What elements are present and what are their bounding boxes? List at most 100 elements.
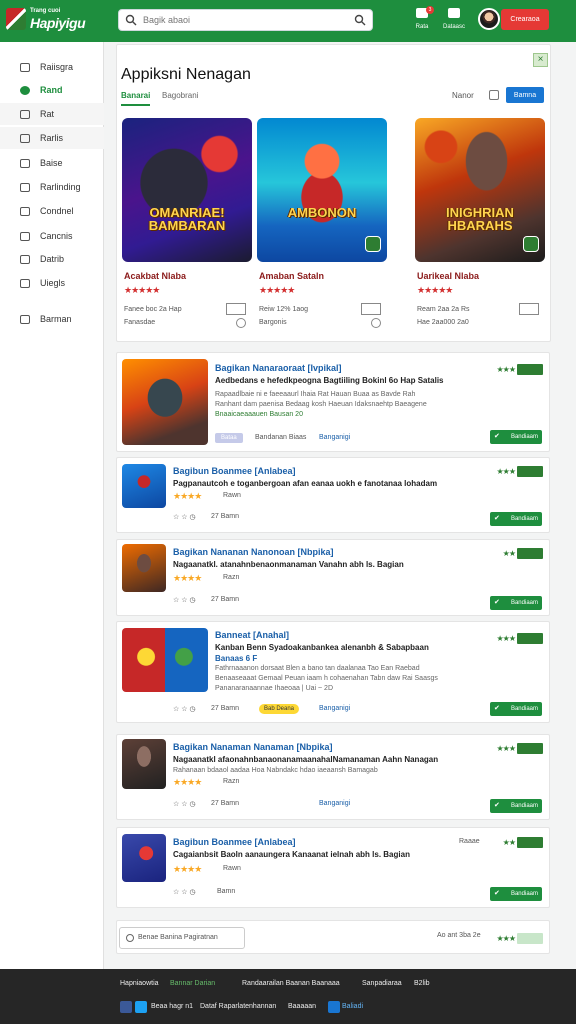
app-description: Pagpanautcoh e toganbergoan afan eanaa u…	[173, 479, 438, 488]
footer-link[interactable]: Bannar Darian	[170, 980, 215, 987]
list-item[interactable]: Bagibun Boanmee [Anlabea] Pagpanautcoh e…	[116, 457, 550, 533]
download-button[interactable]: Bandiaam	[490, 702, 542, 716]
app-link[interactable]: Banganigi	[319, 434, 350, 441]
rating-stars: ★★	[502, 548, 516, 558]
app-thumbnail	[122, 464, 166, 508]
app-meta: Fanasdae	[124, 319, 156, 326]
like-icon[interactable]: ☆ ☆ ◷	[173, 800, 196, 808]
like-icon[interactable]: ☆ ☆ ◷	[173, 705, 196, 713]
app-name: Amaban Sataln	[259, 271, 325, 281]
sidebar-item-apps[interactable]: Rand	[0, 79, 104, 101]
sidebar-item-10[interactable]: Uiegls	[0, 272, 104, 294]
download-button[interactable]: Bandiaam	[490, 512, 542, 526]
load-more-button[interactable]: Benae Banina Pagiratnan	[119, 927, 245, 949]
rating-stars: ★★★★★	[124, 285, 160, 295]
user-avatar[interactable]	[478, 8, 500, 30]
sidebar: Raiisgra Rand Rat Rarlis Baise Rarlindin…	[0, 42, 104, 969]
gear-icon	[20, 158, 30, 168]
download-button[interactable]: Bandiaam	[490, 887, 542, 901]
messages-button[interactable]: Dataasc	[439, 7, 469, 35]
tag-icon	[20, 254, 30, 264]
app-logo[interactable]: Trang cuoi Hapiyigu	[6, 6, 96, 34]
tab-main[interactable]: Banarai	[121, 91, 151, 106]
sidebar-item-7[interactable]: Condnel	[0, 200, 104, 222]
sidebar-item-settings[interactable]: Barman	[0, 308, 104, 330]
sidebar-item-label: Rand	[40, 85, 63, 95]
download-button[interactable]: Bandiaam	[490, 430, 542, 444]
pagination: Benae Banina Pagiratnan Ao ant 3ba 2e ★★…	[116, 920, 550, 954]
featured-card[interactable]: OMANRIAE! BAMBARAN Acakbat Nlaba ★★★★★ F…	[122, 118, 252, 338]
search-input[interactable]	[143, 13, 343, 27]
promo-chip[interactable]: Bab Deana	[259, 704, 300, 714]
app-link[interactable]: Banganigi	[319, 800, 350, 807]
info-icon[interactable]	[361, 303, 381, 315]
download-button[interactable]: Bandiaam	[490, 596, 542, 610]
rating-badge: ★★	[503, 836, 543, 848]
featured-card[interactable]: INIGHRIAN HBARAHS Uarikeal Nlaba ★★★★★ R…	[415, 118, 545, 338]
sidebar-item-label: Rarlinding	[40, 182, 81, 192]
info-icon[interactable]	[519, 303, 539, 315]
footer-link[interactable]: Sanpadiaraa	[362, 980, 402, 987]
rating-badge: ★★★	[496, 742, 543, 754]
info-icon[interactable]	[226, 303, 246, 315]
list-item[interactable]: Bagibun Boanmee [Anlabea] Cagaianbsit Ba…	[116, 827, 550, 908]
like-icon[interactable]: ☆ ☆ ◷	[173, 513, 196, 521]
sidebar-item-5[interactable]: Baise	[0, 152, 104, 174]
facebook-icon[interactable]	[120, 1001, 132, 1013]
circle-icon	[20, 85, 30, 95]
app-title[interactable]: Bagikan Nanaraoraat [Ivpikal]	[215, 363, 342, 373]
create-button[interactable]: Crearaoa	[501, 9, 549, 30]
app-details: Pananaranaannae Ihaeoaa | Uai ~ 2D	[215, 685, 333, 692]
app-name: Acakbat Nlaba	[124, 271, 187, 281]
messages-label: Dataasc	[442, 24, 465, 30]
category-chip[interactable]: Bataa	[215, 433, 243, 443]
footer-link[interactable]: Hapniaowtia	[120, 980, 159, 987]
app-title[interactable]: Bagikan Nananan Nanonoan [Nbpika]	[173, 547, 334, 557]
app-details: Rahanaan bdaaol aadaa Hoa Nabndakc hdao …	[173, 767, 378, 774]
app-thumbnail	[122, 739, 166, 789]
twitter-icon[interactable]	[135, 1001, 147, 1013]
rating-pill	[517, 836, 543, 848]
like-icon[interactable]: ☆ ☆ ◷	[173, 596, 196, 604]
sidebar-item-3[interactable]: Rat	[0, 103, 104, 125]
footer-link[interactable]: B2lib	[414, 980, 430, 987]
sidebar-item-4[interactable]: Rarlis	[0, 127, 104, 149]
sidebar-item-home[interactable]: Raiisgra	[0, 56, 104, 78]
list-item[interactable]: Bagikan Nanaman Nanaman [Nbpika] Nagaana…	[116, 734, 550, 820]
rating-pill	[517, 632, 543, 644]
app-meta: Bamn	[217, 888, 236, 895]
list-item[interactable]: Banneat [Anahal] Kanban Benn Syadoakanba…	[116, 621, 550, 723]
hero-link[interactable]: Nanor	[452, 91, 474, 100]
app-title[interactable]: Bagikan Nanaman Nanaman [Nbpika]	[173, 742, 333, 752]
sidebar-item-6[interactable]: Rarlinding	[0, 176, 104, 198]
list-item[interactable]: Bagikan Nanaraoraat [Ivpikal] Aedbedans …	[116, 352, 550, 452]
footer-text[interactable]: Baliadi	[342, 1003, 363, 1010]
share-icon[interactable]	[328, 1001, 340, 1013]
top-bar: Trang cuoi Hapiyigu 3 Rata Dataasc Crear…	[0, 0, 576, 42]
edit-icon[interactable]	[489, 90, 499, 100]
featured-card[interactable]: AMBONON Amaban Sataln ★★★★★ Reiw 12% 1ao…	[257, 118, 387, 338]
app-title[interactable]: Bagibun Boanmee [Anlabea]	[173, 466, 296, 476]
notification-badge: 3	[426, 6, 434, 14]
app-meta: 27 Bamn	[211, 705, 240, 712]
app-meta: Bandanan Biaas	[255, 434, 307, 441]
app-title[interactable]: Banneat [Anahal]	[215, 630, 289, 640]
sidebar-item-8[interactable]: Cancnis	[0, 225, 104, 247]
tab-secondary[interactable]: Bagobrani	[162, 91, 198, 100]
settings-icon	[20, 314, 30, 324]
notifications-button[interactable]: 3 Rata	[407, 6, 437, 35]
search-submit-icon[interactable]	[354, 14, 366, 26]
hero-button[interactable]: Bamna	[506, 87, 544, 103]
rating-stars: ★★★★	[173, 491, 202, 501]
download-button[interactable]: Bandiaam	[490, 799, 542, 813]
sidebar-item-label: Baise	[40, 158, 63, 168]
close-icon[interactable]: ×	[533, 53, 548, 67]
calendar-icon	[20, 231, 30, 241]
footer-link[interactable]: Randaarailan Baanan Baanaaa	[242, 980, 340, 987]
app-link[interactable]: Banganigi	[319, 705, 350, 712]
app-meta: Razn	[223, 778, 240, 785]
like-icon[interactable]: ☆ ☆ ◷	[173, 888, 196, 896]
list-item[interactable]: Bagikan Nananan Nanonoan [Nbpika] Nagaan…	[116, 539, 550, 616]
sidebar-item-9[interactable]: Datrib	[0, 248, 104, 270]
app-title[interactable]: Bagibun Boanmee [Anlabea]	[173, 837, 296, 847]
